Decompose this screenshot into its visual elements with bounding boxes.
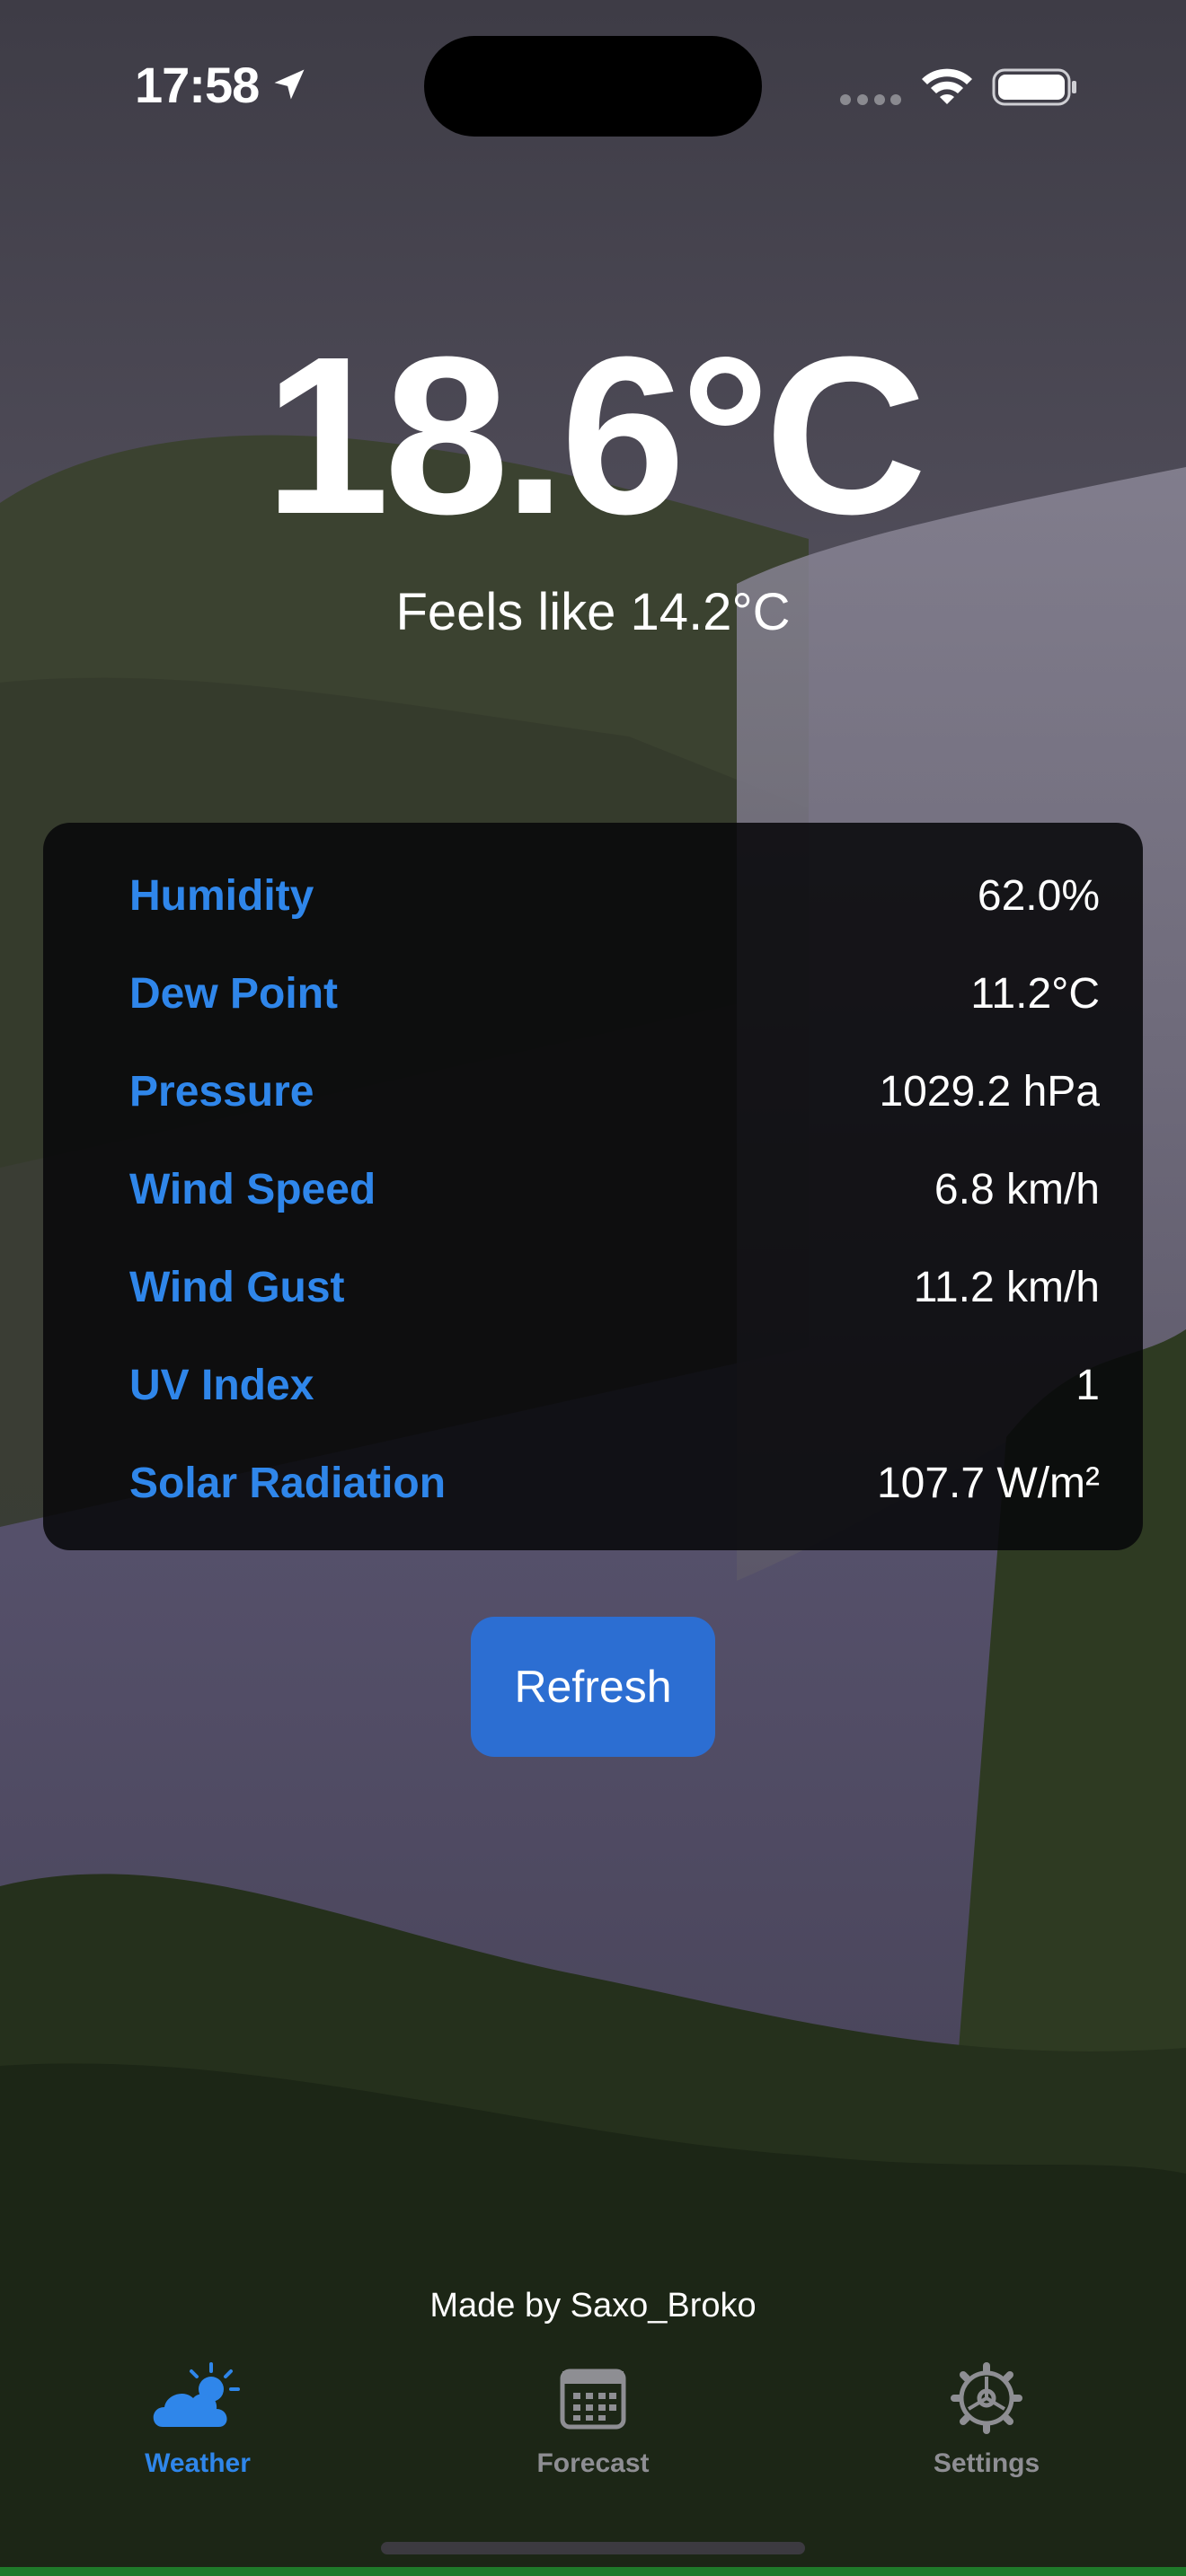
- detail-label: UV Index: [129, 1362, 314, 1409]
- detail-row-solar-radiation: Solar Radiation 107.7 W/m²: [129, 1459, 1100, 1513]
- credit-text: Made by Saxo_Broko: [429, 2287, 757, 2325]
- tab-settings[interactable]: Settings: [852, 2362, 1121, 2488]
- feels-like-text: Feels like 14.2°C: [395, 583, 791, 641]
- detail-value: 107.7 W/m²: [876, 1460, 1100, 1507]
- tab-label: Forecast: [536, 2448, 650, 2478]
- tab-forecast[interactable]: Forecast: [458, 2362, 728, 2488]
- status-time: 17:58: [135, 57, 260, 113]
- detail-row-humidity: Humidity 62.0%: [129, 871, 1100, 925]
- detail-value: 11.2°C: [970, 970, 1100, 1018]
- dynamic-island: [424, 36, 762, 137]
- detail-label: Wind Gust: [129, 1264, 345, 1311]
- weather-details-card: Humidity 62.0% Dew Point 11.2°C Pressure…: [43, 823, 1143, 1550]
- detail-row-uv-index: UV Index 1: [129, 1361, 1100, 1415]
- detail-label: Wind Speed: [129, 1166, 376, 1213]
- detail-label: Dew Point: [129, 970, 339, 1018]
- cloud-sun-icon: [153, 2362, 240, 2427]
- detail-value: 6.8 km/h: [934, 1166, 1100, 1213]
- gear-icon: [951, 2362, 1022, 2434]
- detail-row-pressure: Pressure 1029.2 hPa: [129, 1067, 1100, 1121]
- detail-label: Humidity: [129, 872, 314, 920]
- detail-value: 62.0%: [977, 872, 1100, 920]
- battery-icon: [992, 68, 1076, 106]
- refresh-button[interactable]: Refresh: [471, 1617, 715, 1757]
- bottom-edge-strip: [0, 2567, 1186, 2576]
- detail-value: 1029.2 hPa: [879, 1068, 1100, 1116]
- tab-label: Settings: [933, 2448, 1040, 2478]
- detail-label: Pressure: [129, 1068, 314, 1116]
- current-temperature: 18.6°C: [264, 310, 926, 560]
- location-arrow-icon: [274, 69, 305, 100]
- cellular-signal-icon: [840, 94, 901, 105]
- tab-label: Weather: [145, 2448, 251, 2478]
- detail-row-wind-gust: Wind Gust 11.2 km/h: [129, 1263, 1100, 1317]
- detail-row-wind-speed: Wind Speed 6.8 km/h: [129, 1165, 1100, 1219]
- detail-value: 11.2 km/h: [913, 1264, 1100, 1311]
- detail-row-dew-point: Dew Point 11.2°C: [129, 969, 1100, 1023]
- detail-label: Solar Radiation: [129, 1460, 447, 1507]
- calendar-icon: [560, 2369, 626, 2430]
- wifi-icon: [922, 68, 972, 104]
- home-indicator[interactable]: [381, 2542, 805, 2554]
- detail-value: 1: [1075, 1362, 1100, 1409]
- tab-weather[interactable]: Weather: [63, 2362, 332, 2488]
